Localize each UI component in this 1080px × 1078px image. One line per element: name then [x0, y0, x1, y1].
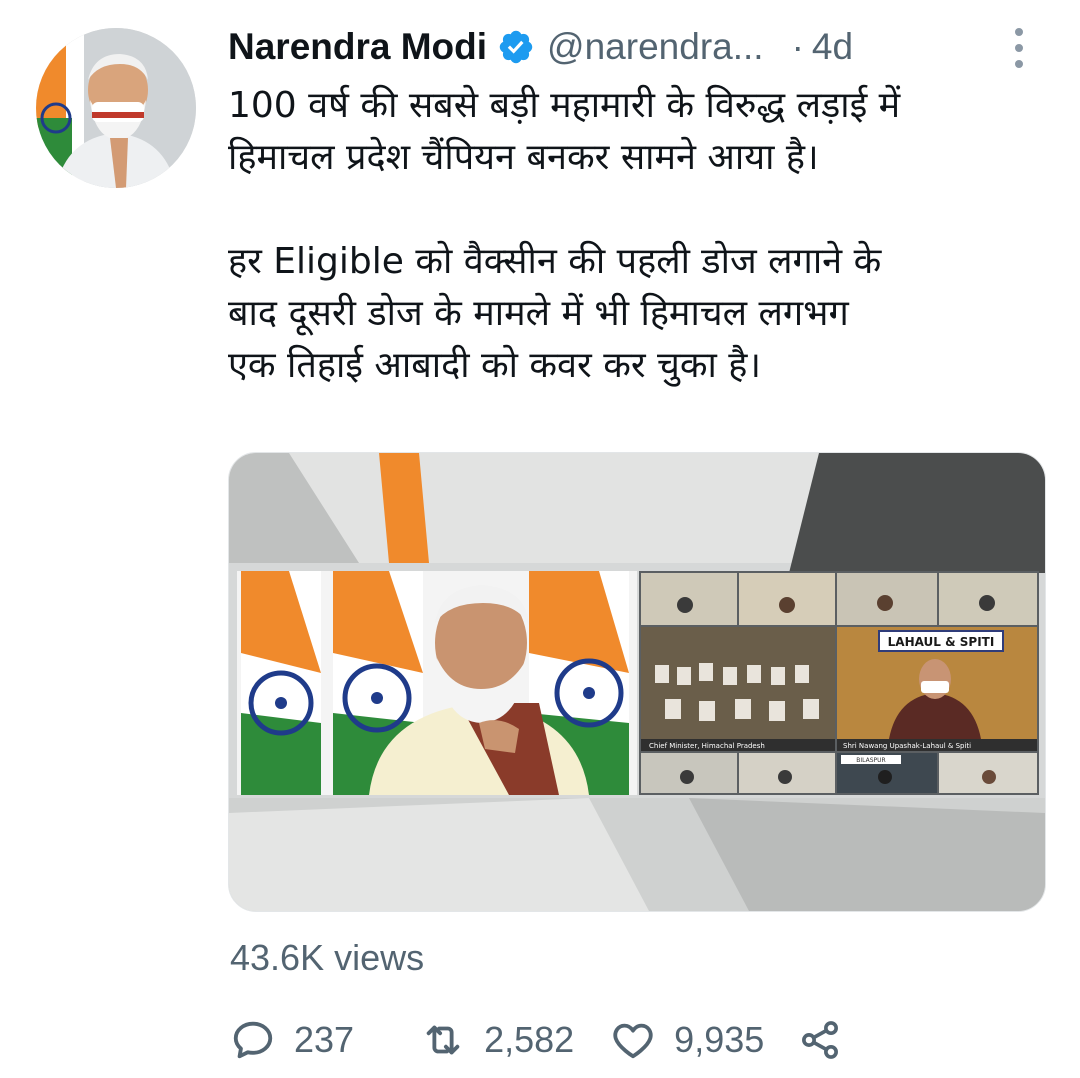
separator-dot: · [791, 26, 804, 67]
caption-cm: Chief Minister, Himachal Pradesh [649, 742, 765, 750]
caption-nawang: Shri Nawang Upashak-Lahaul & Spiti [843, 742, 971, 750]
video-frame: Chief Minister, Himachal Pradesh LAHAUL … [229, 453, 1045, 911]
tweet-text-line: हर Eligible को वैक्सीन की पहली डोज लगाने… [228, 241, 882, 282]
heart-icon [613, 1023, 653, 1059]
retweet-button[interactable]: 2,582 [420, 1017, 574, 1063]
author-name[interactable]: Narendra Modi [228, 26, 487, 68]
view-count: 43.6K views [230, 937, 425, 978]
tweet-media[interactable]: Chief Minister, Himachal Pradesh LAHAUL … [228, 452, 1046, 912]
label-lahaul: LAHAUL & SPITI [888, 635, 995, 649]
reply-button[interactable]: 237 [230, 1017, 354, 1063]
avatar-image [36, 28, 196, 188]
tweet-text-line: 100 वर्ष की सबसे बड़ी महामारी के विरुद्ध… [228, 85, 901, 126]
reply-count: 237 [294, 1019, 355, 1060]
like-count: 9,935 [674, 1019, 765, 1060]
tweet: Narendra Modi @narendra... · 4d 100 वर्ष… [0, 0, 1080, 1078]
tweet-actions: 237 2,582 9,935 [230, 1010, 842, 1070]
retweet-count: 2,582 [484, 1019, 575, 1060]
tweet-text-line: हिमाचल प्रदेश चैंपियन बनकर सामने आया है। [228, 137, 819, 178]
share-button[interactable] [798, 1018, 842, 1062]
tweet-text-line: एक तिहाई आबादी को कवर कर चुका है। [228, 345, 762, 386]
retweet-icon [426, 1025, 460, 1055]
author-handle[interactable]: @narendra... [547, 26, 764, 68]
more-options-icon[interactable] [1008, 26, 1030, 70]
tweet-time[interactable]: 4d [812, 26, 853, 68]
verified-badge-icon [497, 28, 535, 66]
tweet-text-line: बाद दूसरी डोज के मामले में भी हिमाचल लगभ… [228, 293, 849, 334]
reply-icon [233, 1021, 273, 1059]
label-bilaspur: BILASPUR [856, 757, 885, 764]
share-icon [802, 1021, 839, 1059]
like-button[interactable]: 9,935 [610, 1017, 764, 1063]
tweet-text: 100 वर्ष की सबसे बड़ी महामारी के विरुद्ध… [228, 80, 1048, 392]
tweet-header: Narendra Modi @narendra... · 4d [228, 22, 1048, 72]
avatar[interactable] [36, 28, 196, 188]
